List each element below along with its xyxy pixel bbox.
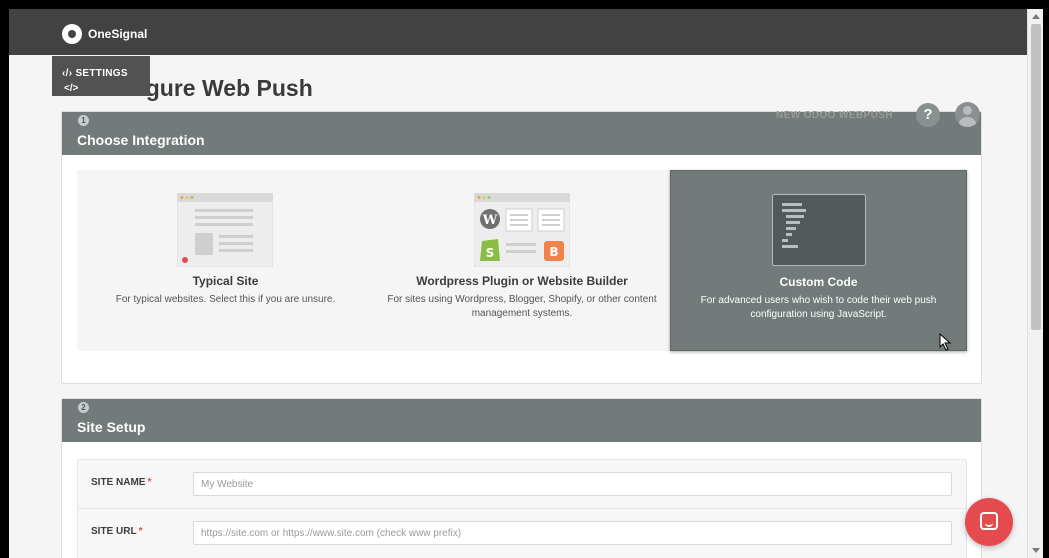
logo-text: OneSignal [88, 27, 148, 41]
site-name-label-text: SITE NAME [91, 477, 146, 488]
settings-nav-button[interactable]: ‹/› SETTINGS </> [52, 56, 150, 96]
browser-frame: OneSignal ‹/› SETTINGS </> Configure Web… [9, 9, 1043, 558]
site-url-label: SITE URL * [91, 526, 142, 537]
top-bar: OneSignal [9, 9, 1027, 55]
option-description: For typical websites. Select this if you… [115, 294, 336, 305]
option-typical-site[interactable]: Typical Site For typical websites. Selec… [77, 170, 374, 351]
avatar-icon[interactable] [955, 102, 980, 127]
scroll-up-icon[interactable] [1032, 14, 1040, 19]
card-header: 2 Site Setup [62, 399, 981, 442]
code-glyph: </> [64, 83, 79, 94]
typical-site-illustration-icon [177, 193, 273, 267]
onesignal-logo-icon [62, 24, 82, 44]
option-description: For sites using Wordpress, Blogger, Shop… [387, 294, 657, 319]
svg-text:W: W [482, 213, 498, 228]
scroll-thumb[interactable] [1031, 24, 1041, 330]
site-name-label: SITE NAME * [91, 477, 151, 488]
scroll-down-icon[interactable] [1032, 548, 1040, 553]
cursor-icon [939, 333, 952, 351]
required-mark: * [138, 526, 143, 537]
site-setup-card: 2 Site Setup SITE NAME* SITE URL* [61, 398, 982, 558]
svg-text:S: S [486, 246, 495, 260]
settings-label: ‹/› SETTINGS [62, 68, 128, 79]
option-wordpress-plugin[interactable]: W S B Wordpress Plugin or Website Builde… [374, 170, 670, 351]
onesignal-logo[interactable]: OneSignal [62, 24, 147, 44]
step-badge: 2 [78, 402, 89, 413]
choose-integration-card: 1 Choose Integration Typical Site For ty… [61, 111, 982, 384]
site-name-input[interactable] [193, 472, 952, 496]
site-url-row: SITE URL * [78, 508, 966, 556]
vertical-scrollbar[interactable] [1027, 9, 1043, 558]
chat-icon [980, 512, 998, 530]
step-badge: 1 [78, 115, 89, 126]
option-title: Typical Site [192, 274, 259, 288]
card-title: Choose Integration [77, 132, 205, 148]
integration-options: Typical Site For typical websites. Selec… [77, 170, 967, 351]
chat-launcher-button[interactable] [965, 498, 1013, 546]
option-title: Wordpress Plugin or Website Builder [416, 274, 628, 288]
option-custom-code[interactable]: Custom Code For advanced users who wish … [670, 170, 967, 351]
site-name-row: SITE NAME * [78, 460, 966, 508]
svg-text:B: B [549, 245, 558, 259]
custom-code-illustration-icon [772, 194, 866, 266]
site-url-input[interactable] [193, 521, 952, 545]
app-name-link[interactable]: NEW ODOO WEBPUSH [776, 110, 893, 121]
wordpress-illustration-icon: W S B [474, 193, 570, 267]
site-setup-form: SITE NAME* SITE URL* [77, 459, 967, 558]
option-title: Custom Code [779, 275, 858, 289]
required-mark: * [147, 477, 152, 488]
help-icon[interactable]: ? [916, 103, 940, 127]
settings-text: SETTINGS [75, 68, 128, 79]
code-icon: ‹/› [62, 68, 73, 79]
option-description: For advanced users who wish to code thei… [700, 295, 937, 320]
site-url-label-text: SITE URL [91, 526, 137, 537]
card-title: Site Setup [77, 419, 146, 435]
